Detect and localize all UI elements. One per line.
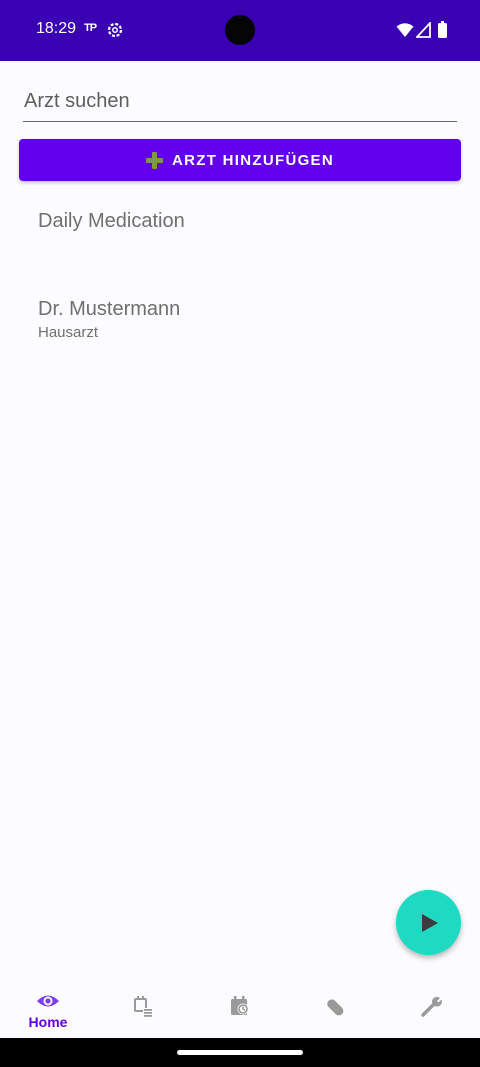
home-gesture-handle[interactable] [177,1050,303,1055]
search-input[interactable] [23,88,457,121]
plus-icon [146,151,163,169]
list-item[interactable]: Daily Medication [38,209,185,233]
add-doctor-label: ARZT HINZUFÜGEN [172,151,334,169]
list-item[interactable]: Dr. Mustermann Hausarzt [38,297,180,341]
pill-icon [327,999,344,1016]
wifi-icon [396,23,414,37]
play-fab-button[interactable] [396,890,461,955]
play-icon [422,913,438,932]
bottom-navigation: Home [0,976,480,1038]
calendar-list-icon [134,996,153,1017]
eye-icon [37,995,59,1007]
signal-icon [416,22,431,38]
nav-item-home[interactable]: Home [0,976,96,1038]
app-screen: 18:29 TP ARZT HINZUFÜGEN Daily Medicatio… [0,0,480,1067]
add-doctor-button[interactable]: ARZT HINZUFÜGEN [19,139,461,181]
status-time: 18:29 [36,20,77,37]
wrench-icon [421,996,442,1017]
list-item-subtitle: Hausarzt [38,324,99,341]
nav-item-schedule[interactable] [96,976,192,1038]
status-bar: 18:29 TP [0,0,480,61]
settings-status-icon [107,22,123,38]
nav-item-appointments[interactable] [192,976,288,1038]
calendar-clock-icon [231,996,249,1015]
search-field [23,88,457,122]
battery-icon [438,21,447,38]
list-item-title: Dr. Mustermann [38,298,181,320]
nav-label-home: Home [28,1014,68,1030]
camera-cutout [225,15,255,45]
nav-item-settings[interactable] [384,976,480,1038]
list-item-title: Daily Medication [38,210,185,232]
nav-item-medication[interactable] [288,976,384,1038]
status-indicator: TP [84,22,97,34]
gesture-navigation-bar [0,1038,480,1067]
